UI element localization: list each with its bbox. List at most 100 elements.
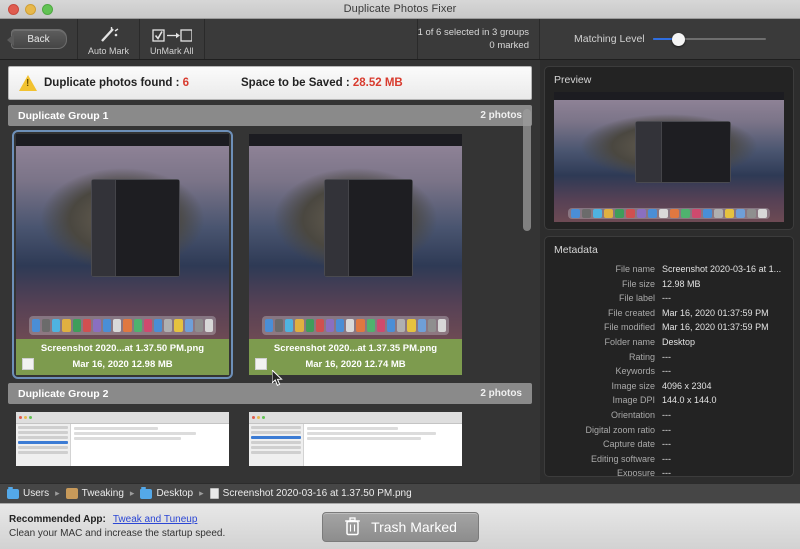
photo-thumbnail[interactable]	[249, 134, 462, 339]
photo-thumbnail[interactable]	[16, 412, 229, 466]
preview-title: Preview	[554, 74, 784, 86]
group-count: 2 photos	[480, 110, 522, 121]
metadata-value: Mar 16, 2020 01:37:59 PM	[662, 306, 769, 321]
unmark-all-label: UnMark All	[150, 46, 194, 56]
photo-card[interactable]	[16, 412, 229, 466]
selection-status: 1 of 6 selected in 3 groups 0 marked	[418, 19, 540, 59]
toolbar: Back Auto Mark	[0, 19, 800, 60]
breadcrumb-item-file[interactable]: Screenshot 2020-03-16 at 1.37.50 PM.png	[210, 488, 412, 499]
metadata-value: Desktop	[662, 335, 695, 350]
folder-icon	[7, 489, 19, 499]
photo-card-row: Mar 16, 2020 12.98 MB	[22, 358, 223, 370]
breadcrumb-label: Users	[23, 488, 49, 499]
breadcrumb-item-tweaking[interactable]: Tweaking	[66, 488, 124, 499]
breadcrumb: Users ▸ Tweaking ▸ Desktop ▸ Screenshot …	[0, 483, 800, 503]
group-header-1[interactable]: Duplicate Group 1 2 photos	[8, 105, 532, 126]
photo-card[interactable]	[249, 412, 462, 466]
group-header-2[interactable]: Duplicate Group 2 2 photos	[8, 383, 532, 404]
slider-thumb[interactable]	[672, 33, 685, 46]
photo-card[interactable]: Screenshot 2020...at 1.37.35 PM.png Mar …	[249, 134, 462, 375]
preview-image	[554, 92, 784, 222]
metadata-value: ---	[662, 423, 671, 438]
duplicates-found-count: 6	[183, 77, 189, 89]
auto-mark-button[interactable]: Auto Mark	[78, 19, 140, 59]
app-content-art	[304, 424, 462, 466]
app-titlebar-art	[16, 412, 229, 424]
back-button-cell[interactable]: Back	[0, 19, 78, 59]
group-2-thumbnails	[8, 412, 532, 474]
groups-scroll-area[interactable]: Duplicate Group 1 2 photos	[8, 105, 532, 483]
selection-status-line2: 0 marked	[489, 39, 529, 52]
matching-level-slider[interactable]	[653, 32, 766, 46]
macos-desktop-screenshot-art	[249, 134, 462, 339]
inspector-pane: Preview	[540, 60, 800, 483]
unmark-all-button[interactable]: UnMark All	[140, 19, 205, 59]
duplicate-photos-fixer-window: Duplicate Photos Fixer Back Auto Mark	[0, 0, 800, 549]
back-button[interactable]: Back	[11, 29, 67, 49]
magic-wand-icon	[99, 23, 119, 43]
title-bar: Duplicate Photos Fixer	[0, 0, 800, 19]
metadata-value: 12.98 MB	[662, 277, 701, 292]
app-sidebar-art	[249, 424, 304, 466]
window-title: Duplicate Photos Fixer	[0, 3, 800, 15]
document-icon	[210, 488, 219, 499]
metadata-value: ---	[662, 452, 671, 467]
breadcrumb-separator-icon: ▸	[130, 488, 135, 499]
metadata-key: Rating	[554, 350, 662, 365]
metadata-key: Capture date	[554, 437, 662, 452]
metadata-key: File modified	[554, 320, 662, 335]
photo-card-meta: Screenshot 2020...at 1.37.50 PM.png Mar …	[16, 339, 229, 375]
summary-bar: Duplicate photos found : 6 Space to be S…	[8, 66, 532, 100]
breadcrumb-separator-icon: ▸	[55, 488, 60, 499]
footer-bar: Recommended App: Tweak and Tuneup Clean …	[0, 503, 800, 549]
macos-menubar-art	[554, 92, 784, 100]
metadata-value: ---	[662, 408, 671, 423]
scrollbar-thumb[interactable]	[523, 109, 531, 231]
metadata-value: ---	[662, 364, 671, 379]
metadata-value: ---	[662, 291, 671, 306]
photo-card[interactable]: Screenshot 2020...at 1.37.50 PM.png Mar …	[16, 134, 229, 375]
recommended-app-title: Recommended App:	[9, 514, 106, 525]
metadata-key: Digital zoom ratio	[554, 423, 662, 438]
macos-window-art	[91, 179, 180, 277]
group-1-thumbnails: Screenshot 2020...at 1.37.50 PM.png Mar …	[8, 134, 532, 383]
breadcrumb-item-users[interactable]: Users	[7, 488, 49, 499]
metadata-key: File label	[554, 291, 662, 306]
metadata-title: Metadata	[554, 244, 784, 256]
matching-level-control: Matching Level	[540, 19, 800, 59]
vertical-scrollbar[interactable]	[523, 107, 531, 481]
space-saved-text: Space to be Saved : 28.52 MB	[241, 77, 403, 89]
app-sidebar-art	[16, 424, 71, 466]
group-count: 2 photos	[480, 388, 522, 399]
recommended-app-link[interactable]: Tweak and Tuneup	[113, 514, 198, 525]
space-saved-label: Space to be Saved :	[241, 77, 353, 89]
metadata-row: Digital zoom ratio---	[554, 423, 784, 438]
breadcrumb-item-desktop[interactable]: Desktop	[140, 488, 193, 499]
metadata-value: Mar 16, 2020 01:37:59 PM	[662, 320, 769, 335]
metadata-row: Orientation---	[554, 408, 784, 423]
metadata-row: File label---	[554, 291, 784, 306]
metadata-row: File modifiedMar 16, 2020 01:37:59 PM	[554, 320, 784, 335]
macos-window-art	[324, 179, 413, 277]
auto-mark-label: Auto Mark	[88, 46, 129, 56]
photo-mark-checkbox[interactable]	[22, 358, 34, 370]
photo-date-size: Mar 16, 2020 12.74 MB	[267, 359, 456, 370]
metadata-value: ---	[662, 466, 671, 477]
breadcrumb-label: Screenshot 2020-03-16 at 1.37.50 PM.png	[223, 488, 412, 499]
group-title: Duplicate Group 1	[18, 110, 108, 122]
macos-menubar-art	[16, 134, 229, 146]
metadata-row: Keywords---	[554, 364, 784, 379]
trash-marked-button[interactable]: Trash Marked	[322, 512, 479, 542]
metadata-row: File size12.98 MB	[554, 277, 784, 292]
photo-mark-checkbox[interactable]	[255, 358, 267, 370]
breadcrumb-separator-icon: ▸	[199, 488, 204, 499]
duplicates-found-text: Duplicate photos found : 6	[44, 77, 189, 89]
metadata-rows: File nameScreenshot 2020-03-16 at 1... F…	[554, 262, 784, 477]
space-saved-value: 28.52 MB	[353, 77, 403, 89]
recommended-app-subtitle: Clean your MAC and increase the startup …	[9, 528, 320, 539]
photo-thumbnail[interactable]	[249, 412, 462, 466]
photo-thumbnail[interactable]	[16, 134, 229, 339]
app-body-art	[249, 424, 462, 466]
metadata-key: Image size	[554, 379, 662, 394]
metadata-row: Image size4096 x 2304	[554, 379, 784, 394]
